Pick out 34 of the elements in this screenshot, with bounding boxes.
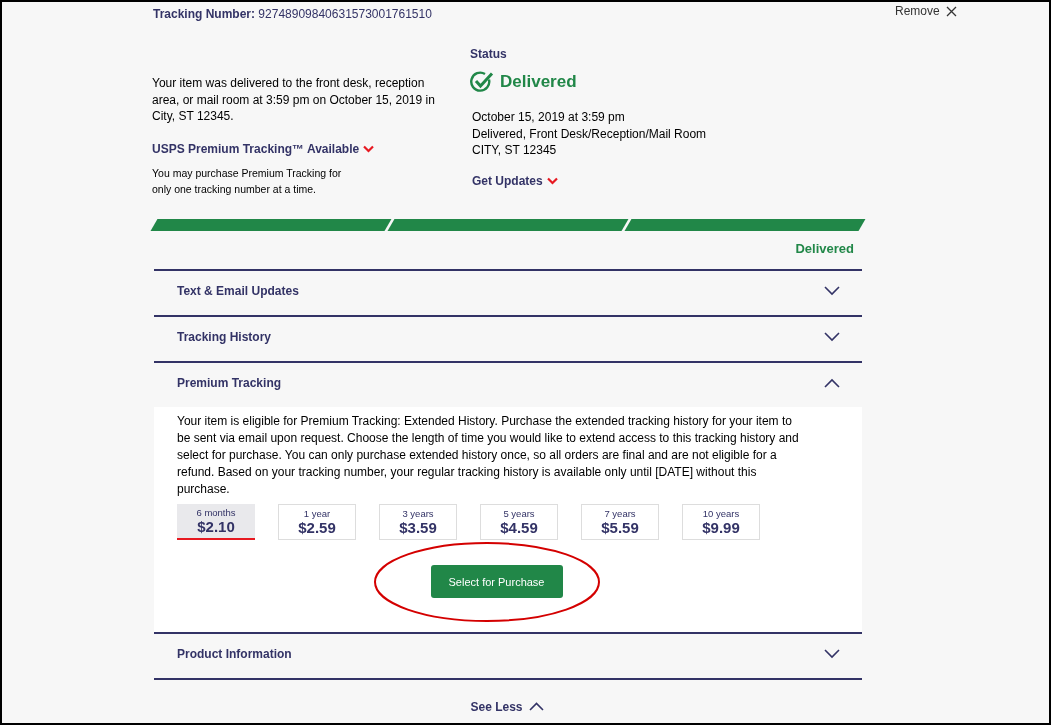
caret-icon [363,144,375,153]
remove-button[interactable]: Remove [895,4,957,18]
see-less-link[interactable]: See Less [437,699,577,714]
chevron-icon [824,331,840,342]
accordion-header[interactable]: Product Information [154,633,862,678]
price-option[interactable]: 5 years $4.59 [480,503,558,540]
price-option[interactable]: 7 years $5.59 [581,503,659,540]
chevron-icon [824,648,840,659]
caret-icon [546,176,558,185]
select-for-purchase-button[interactable]: Select for Purchase [430,565,563,598]
close-icon [945,5,957,17]
tracking-number: Tracking Number: 92748909840631573001761510 [153,6,433,21]
status-value: Delivered [500,72,577,92]
status-detail: Delivered, Front Desk/Reception/Mail Room [472,125,707,142]
chevron-icon [528,702,544,711]
check-circle-icon [470,71,494,93]
premium-tracking-link[interactable]: USPS Premium Tracking™ Available [152,141,375,156]
price-option[interactable]: 3 years $3.59 [379,503,457,540]
get-updates-link[interactable]: Get Updates [472,173,558,188]
chevron-icon [824,377,840,388]
delivery-message: Your item was delivered to the front desk, reception area, or mail room at 3:59 pm on October 15, 2019 in City, ST 12345. [152,75,436,125]
status-detail: CITY, ST 12345 [472,142,558,159]
progress-label: Delivered [794,240,854,256]
price-option[interactable]: 10 years $9.99 [682,503,760,540]
accordion-header[interactable]: Text & Email Updates [154,270,862,315]
price-option[interactable]: 6 months $2.10 [177,503,255,540]
status-detail: October 15, 2019 at 3:59 pm [472,109,626,126]
status-label: Status [470,47,508,61]
premium-note: You may purchase Premium Tracking for only one tracking number at a time. [152,165,343,197]
accordion-header[interactable]: Tracking History [154,316,862,361]
accordion-header[interactable]: Premium Tracking [154,362,862,407]
price-option[interactable]: 1 year $2.59 [278,503,356,540]
chevron-icon [824,285,840,296]
premium-description: Your item is eligible for Premium Tracking: Extended History. Purchase the extended tracking history for your item to be sent via email upon request. Choose the length of time you would like to extend access to this tracking history and select for purchase. You can only purchase extended history once, so all orders are final and are not eligible for a refund. Based on your tracking number, your regular tracking history is available only until [DATE] without this purchase. [177,412,800,498]
